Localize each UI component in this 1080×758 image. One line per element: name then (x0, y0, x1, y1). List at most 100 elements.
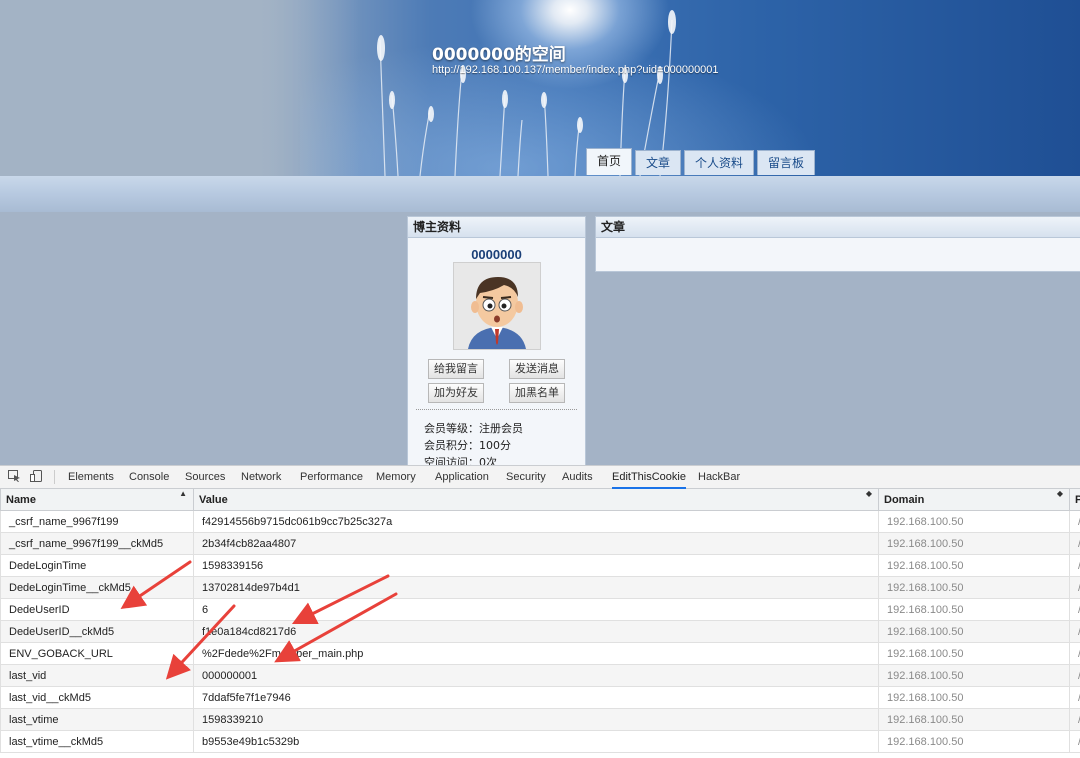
table-row[interactable]: last_vid000000001192.168.100.50/ (1, 665, 1080, 687)
profile-divider (416, 409, 577, 410)
cookie-name-cell[interactable]: _csrf_name_9967f199__ckMd5 (1, 533, 194, 555)
avatar (453, 262, 541, 350)
add-friend-button[interactable]: 加为好友 (428, 383, 484, 403)
cookie-value-cell[interactable]: f42914556b9715dc061b9cc7b25c327a (194, 511, 879, 533)
sort-both-icon: ◆ (866, 489, 872, 498)
table-row[interactable]: ENV_GOBACK_URL%2Fdede%2Fmember_main.php1… (1, 643, 1080, 665)
cookie-domain-cell[interactable]: 192.168.100.50 (879, 511, 1070, 533)
profile-username[interactable]: 0000000 (408, 247, 585, 262)
table-row[interactable]: _csrf_name_9967f199f42914556b9715dc061b9… (1, 511, 1080, 533)
table-row[interactable]: last_vtime__ckMd5b9553e49b1c5329b192.168… (1, 731, 1080, 753)
cookie-domain-cell[interactable]: 192.168.100.50 (879, 555, 1070, 577)
nav-tab-home[interactable]: 首页 (586, 148, 632, 175)
send-message-button[interactable]: 发送消息 (509, 359, 565, 379)
tab-sources[interactable]: Sources (185, 466, 225, 487)
space-title: 0000000的空间 (432, 40, 566, 65)
cookie-domain-cell[interactable]: 192.168.100.50 (879, 665, 1070, 687)
device-toolbar-icon[interactable] (30, 470, 43, 482)
column-header-name[interactable]: Name▲ (1, 489, 194, 511)
member-points: 会员积分：100分 (424, 437, 511, 453)
cookie-name-cell[interactable]: ENV_GOBACK_URL (1, 643, 194, 665)
cookie-value-cell[interactable]: 000000001 (194, 665, 879, 687)
tab-audits[interactable]: Audits (562, 466, 593, 487)
tab-hackbar[interactable]: HackBar (698, 466, 740, 487)
cookie-value-cell[interactable]: 7ddaf5fe7f1e7946 (194, 687, 879, 709)
table-row[interactable]: _csrf_name_9967f199__ckMd52b34f4cb82aa48… (1, 533, 1080, 555)
sort-ascending-icon: ▲ (179, 489, 187, 498)
cartoon-man-avatar-icon (454, 263, 540, 349)
cookie-value-cell[interactable]: 1598339156 (194, 555, 879, 577)
tab-network[interactable]: Network (241, 466, 281, 487)
table-row[interactable]: DedeLoginTime1598339156192.168.100.50/ (1, 555, 1080, 577)
cookie-path-cell[interactable]: / (1070, 643, 1080, 665)
table-row[interactable]: DedeUserID6192.168.100.50/ (1, 599, 1080, 621)
cookie-value-cell[interactable]: 2b34f4cb82aa4807 (194, 533, 879, 555)
cookie-value-cell[interactable]: 1598339210 (194, 709, 879, 731)
cookie-path-cell[interactable]: / (1070, 533, 1080, 555)
column-header-value[interactable]: Value◆ (194, 489, 879, 511)
cookie-domain-cell[interactable]: 192.168.100.50 (879, 533, 1070, 555)
column-header-domain[interactable]: Domain◆ (879, 489, 1070, 511)
banner-band (0, 176, 1080, 212)
tab-memory[interactable]: Memory (376, 466, 416, 487)
cookie-name-cell[interactable]: _csrf_name_9967f199 (1, 511, 194, 533)
tab-editthiscookie[interactable]: EditThisCookie (612, 466, 686, 489)
cookie-domain-cell[interactable]: 192.168.100.50 (879, 599, 1070, 621)
nav-tab-profile[interactable]: 个人资料 (684, 150, 754, 175)
tab-performance[interactable]: Performance (300, 466, 363, 487)
cookie-path-cell[interactable]: / (1070, 731, 1080, 753)
cookie-name-cell[interactable]: last_vid (1, 665, 194, 687)
cookie-value-cell[interactable]: f1e0a184cd8217d6 (194, 621, 879, 643)
cookie-path-cell[interactable]: / (1070, 687, 1080, 709)
nav-tab-articles[interactable]: 文章 (635, 150, 681, 175)
cookie-value-cell[interactable]: 6 (194, 599, 879, 621)
devtools-panel: Elements Console Sources Network Perform… (0, 465, 1080, 758)
cookie-value-cell[interactable]: 13702814de97b4d1 (194, 577, 879, 599)
member-level: 会员等级：注册会员 (424, 420, 523, 436)
tab-elements[interactable]: Elements (68, 466, 114, 487)
toolbar-separator (54, 470, 55, 484)
cookie-path-cell[interactable]: / (1070, 599, 1080, 621)
cookie-path-cell[interactable]: / (1070, 555, 1080, 577)
table-row[interactable]: DedeLoginTime__ckMd513702814de97b4d1192.… (1, 577, 1080, 599)
tab-console[interactable]: Console (129, 466, 169, 487)
cookie-path-cell[interactable]: / (1070, 511, 1080, 533)
cookie-domain-cell[interactable]: 192.168.100.50 (879, 621, 1070, 643)
cookie-value-cell[interactable]: b9553e49b1c5329b (194, 731, 879, 753)
cookie-name-cell[interactable]: last_vtime (1, 709, 194, 731)
cookie-path-cell[interactable]: / (1070, 665, 1080, 687)
cookie-name-cell[interactable]: DedeUserID__ckMd5 (1, 621, 194, 643)
tab-application[interactable]: Application (435, 466, 489, 487)
cookie-path-cell[interactable]: / (1070, 621, 1080, 643)
cookie-domain-cell[interactable]: 192.168.100.50 (879, 643, 1070, 665)
sort-both-icon: ◆ (1057, 489, 1063, 498)
add-blacklist-button[interactable]: 加黑名单 (509, 383, 565, 403)
nav-tab-guestbook[interactable]: 留言板 (757, 150, 815, 175)
articles-panel: 文章 (595, 216, 1080, 272)
cookie-name-cell[interactable]: last_vid__ckMd5 (1, 687, 194, 709)
table-row[interactable]: DedeUserID__ckMd5f1e0a184cd8217d6192.168… (1, 621, 1080, 643)
tab-security[interactable]: Security (506, 466, 546, 487)
cookie-name-cell[interactable]: DedeUserID (1, 599, 194, 621)
cookie-domain-cell[interactable]: 192.168.100.50 (879, 731, 1070, 753)
table-row[interactable]: last_vid__ckMd57ddaf5fe7f1e7946192.168.1… (1, 687, 1080, 709)
space-banner (0, 0, 1080, 212)
space-nav: 首页 文章 个人资料 留言板 (586, 150, 818, 176)
articles-panel-heading: 文章 (596, 217, 1080, 238)
table-row[interactable]: last_vtime1598339210192.168.100.50/ (1, 709, 1080, 731)
leave-message-button[interactable]: 给我留言 (428, 359, 484, 379)
cookie-domain-cell[interactable]: 192.168.100.50 (879, 577, 1070, 599)
space-url[interactable]: http://192.168.100.137/member/index.php?… (432, 64, 719, 76)
cookie-value-cell[interactable]: %2Fdede%2Fmember_main.php (194, 643, 879, 665)
devtools-toolbar: Elements Console Sources Network Perform… (0, 466, 1080, 489)
cookie-table: Name▲ Value◆ Domain◆ P _csrf_name_9967f1… (0, 489, 1080, 753)
cookie-domain-cell[interactable]: 192.168.100.50 (879, 709, 1070, 731)
cookie-path-cell[interactable]: / (1070, 709, 1080, 731)
cookie-domain-cell[interactable]: 192.168.100.50 (879, 687, 1070, 709)
inspect-element-icon[interactable] (8, 470, 21, 482)
cookie-name-cell[interactable]: DedeLoginTime (1, 555, 194, 577)
column-header-path[interactable]: P (1070, 489, 1080, 511)
cookie-name-cell[interactable]: DedeLoginTime__ckMd5 (1, 577, 194, 599)
cookie-name-cell[interactable]: last_vtime__ckMd5 (1, 731, 194, 753)
cookie-path-cell[interactable]: / (1070, 577, 1080, 599)
